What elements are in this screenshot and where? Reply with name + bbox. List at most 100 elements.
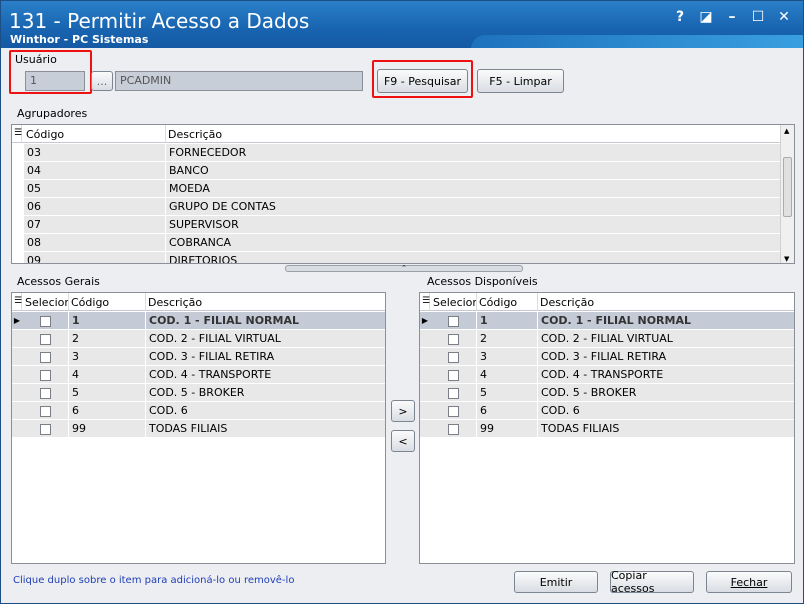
cell-descricao: COD. 5 - BROKER [541,386,637,399]
limpar-button[interactable]: F5 - Limpar [477,69,564,93]
col-codigo[interactable]: Código [24,125,166,143]
agrupadores-scrollbar[interactable]: ▲ ▼ [780,125,794,263]
row-indicator-icon [12,402,22,420]
scroll-up-icon[interactable]: ▲ [784,127,789,135]
row-indicator-icon: ▶ [13,316,21,325]
row-indicator-icon [420,420,430,438]
table-row[interactable]: 3 COD. 3 - FILIAL RETIRA [12,348,385,366]
usuario-label: Usuário [15,53,57,66]
table-row[interactable]: ▶ 1 COD. 1 - FILIAL NORMAL [420,312,794,330]
select-checkbox[interactable] [448,424,459,435]
table-row[interactable]: 08 COBRANCA [24,234,792,252]
column-menu-icon[interactable]: ☰ [420,293,430,311]
select-checkbox[interactable] [448,388,459,399]
maximize-icon[interactable]: ☐ [749,9,767,25]
cell-codigo: 4 [69,366,146,384]
col-descricao[interactable]: Descrição [538,293,794,311]
select-checkbox[interactable] [40,406,51,417]
row-indicator-icon [12,420,22,438]
agrupadores-label: Agrupadores [17,107,88,120]
cell-descricao: COD. 1 - FILIAL NORMAL [149,314,299,327]
table-row[interactable]: 09 DIRETORIOS [24,252,792,264]
minimize-icon[interactable]: – [723,9,741,25]
cell-selecionar [23,420,69,438]
col-descricao[interactable]: Descrição [166,125,766,143]
cell-descricao: COD. 5 - BROKER [149,386,245,399]
select-checkbox[interactable] [40,334,51,345]
col-descricao[interactable]: Descrição [146,293,385,311]
table-row[interactable]: 2 COD. 2 - FILIAL VIRTUAL [420,330,794,348]
col-codigo[interactable]: Código [69,293,146,311]
select-checkbox[interactable] [40,388,51,399]
table-row[interactable]: 04 BANCO [24,162,792,180]
col-selecionar[interactable]: Selecionar [23,293,69,311]
scroll-thumb[interactable] [783,157,792,217]
row-indicator-icon [420,366,430,384]
cell-descricao: DIRETORIOS [169,254,238,264]
close-icon[interactable]: ✕ [775,9,793,25]
acessos-disponiveis-header: ☰ Selecionar Código Descrição [420,293,794,311]
table-row[interactable]: 99 TODAS FILIAIS [420,420,794,438]
table-row[interactable]: 4 COD. 4 - TRANSPORTE [420,366,794,384]
table-row[interactable]: 06 GRUPO DE CONTAS [24,198,792,216]
select-checkbox[interactable] [448,406,459,417]
col-codigo[interactable]: Código [477,293,538,311]
help-icon[interactable]: ? [671,9,689,25]
window-subtitle: Winthor - PC Sistemas [10,33,149,46]
remove-access-button[interactable]: < [391,430,415,452]
cell-codigo: 3 [69,348,146,366]
cell-descricao: GRUPO DE CONTAS [169,200,276,213]
select-checkbox[interactable] [40,352,51,363]
usuario-name-field: PCADMIN [115,71,363,91]
table-row[interactable]: 5 COD. 5 - BROKER [12,384,385,402]
cell-selecionar [23,312,69,330]
pesquisar-button[interactable]: F9 - Pesquisar [377,69,468,93]
table-row[interactable]: 5 COD. 5 - BROKER [420,384,794,402]
col-selecionar[interactable]: Selecionar [431,293,477,311]
column-menu-icon[interactable]: ☰ [12,293,22,311]
table-row[interactable]: 2 COD. 2 - FILIAL VIRTUAL [12,330,385,348]
table-row[interactable]: 4 COD. 4 - TRANSPORTE [12,366,385,384]
column-menu-icon[interactable]: ☰ [12,125,22,143]
cell-codigo: 08 [24,234,166,252]
acessos-disponiveis-grid: ☰ Selecionar Código Descrição ▶ 1COD. 1 -… [419,292,795,564]
agrupadores-header: ☰ Código Descrição [12,125,794,143]
cell-descricao: TODAS FILIAIS [149,422,228,435]
title-bar-decoration [471,35,803,48]
select-checkbox[interactable] [448,370,459,381]
table-row[interactable]: 6 COD. 6 [12,402,385,420]
add-access-button[interactable]: > [391,400,415,422]
cell-descricao: FORNECEDOR [169,146,247,159]
copiar-acessos-button[interactable]: Copiar acessos [610,569,694,595]
row-indicator-icon [12,366,22,384]
select-checkbox[interactable] [40,370,51,381]
table-row[interactable]: 3 COD. 3 - FILIAL RETIRA [420,348,794,366]
table-row[interactable]: 6 COD. 6 [420,402,794,420]
scroll-down-icon[interactable]: ▼ [784,255,789,263]
select-checkbox[interactable] [448,352,459,363]
select-checkbox[interactable] [40,316,51,327]
select-checkbox[interactable] [448,334,459,345]
select-checkbox[interactable] [40,424,51,435]
cell-codigo: 3 [477,348,538,366]
usuario-code-input[interactable]: 1 [25,71,85,91]
cell-selecionar [23,348,69,366]
acessos-gerais-label: Acessos Gerais [17,275,100,288]
acessos-gerais-header: ☰ Selecionar Código Descrição [12,293,385,311]
cell-descricao: COD. 2 - FILIAL VIRTUAL [541,332,673,345]
splitter-handle[interactable]: ⌃ [285,265,523,272]
select-checkbox[interactable] [448,316,459,327]
table-row[interactable]: 07 SUPERVISOR [24,216,792,234]
fechar-button[interactable]: Fechar [706,571,792,593]
cell-codigo: 05 [24,180,166,198]
cell-codigo: 09 [24,252,166,263]
usuario-browse-button[interactable]: ... [91,71,113,91]
row-indicator-icon [420,348,430,366]
table-row[interactable]: 99 TODAS FILIAIS [12,420,385,438]
table-row[interactable]: 05 MOEDA [24,180,792,198]
cell-codigo: 04 [24,162,166,180]
emitir-button[interactable]: Emitir [514,571,598,593]
restore-icon[interactable]: ◪ [697,9,715,25]
table-row[interactable]: ▶ 1 COD. 1 - FILIAL NORMAL [12,312,385,330]
table-row[interactable]: 03 FORNECEDOR [24,144,792,162]
